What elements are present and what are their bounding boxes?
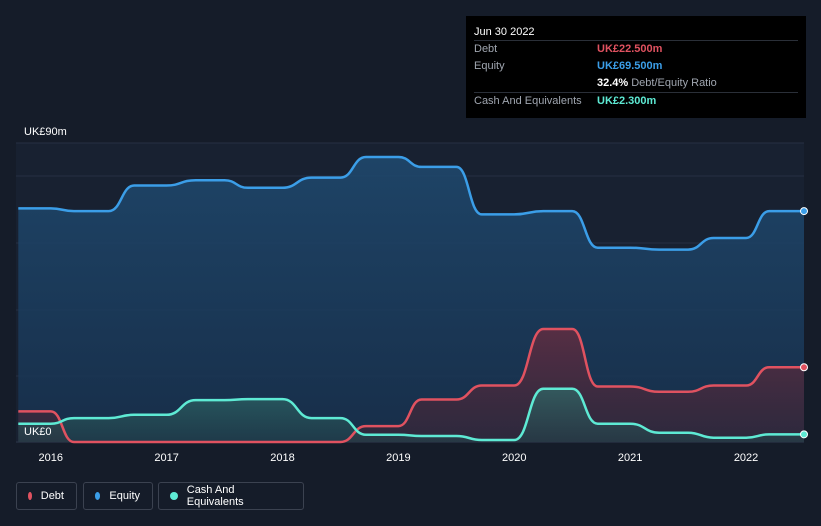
- legend-label: Debt: [40, 490, 64, 502]
- legend-item-cash[interactable]: Cash And Equivalents: [158, 482, 304, 510]
- x-tick-label: 2020: [502, 452, 526, 464]
- tooltip-row-cash: Cash And Equivalents UK£2.300m: [474, 92, 798, 110]
- tooltip-label: Cash And Equivalents: [474, 95, 582, 107]
- x-tick-label: 2016: [39, 452, 63, 464]
- x-tick-label: 2021: [618, 452, 642, 464]
- tooltip-value: UK£2.300m: [597, 95, 657, 107]
- tooltip-date: Jun 30 2022: [474, 26, 535, 38]
- ratio-caption: Debt/Equity Ratio: [631, 77, 717, 89]
- x-tick-label: 2019: [386, 452, 410, 464]
- x-tick-label: 2022: [734, 452, 758, 464]
- tooltip-panel: Jun 30 2022 Debt UK£22.500m Equity UK£69…: [466, 16, 806, 118]
- tooltip-value: 32.4% Debt/Equity Ratio: [597, 75, 717, 92]
- tooltip-row-equity: Equity UK£69.500m: [474, 58, 798, 75]
- legend-label: Equity: [109, 490, 140, 502]
- tooltip-label: Equity: [474, 60, 505, 72]
- x-axis: 2016 2017 2018 2019 2020 2021 2022: [39, 452, 759, 464]
- cash-end-point: [800, 430, 808, 439]
- legend-dot-icon: [170, 492, 178, 500]
- debt-end-point: [800, 363, 808, 372]
- tooltip-row-ratio: 32.4% Debt/Equity Ratio: [474, 75, 798, 92]
- x-tick-label: 2018: [270, 452, 294, 464]
- legend-dot-icon: [28, 492, 32, 500]
- y-axis-bottom-label: UK£0: [24, 426, 52, 438]
- legend-dot-icon: [95, 492, 101, 500]
- tooltip-value: UK£22.500m: [597, 43, 663, 55]
- equity-end-point: [800, 207, 808, 216]
- legend-item-debt[interactable]: Debt: [16, 482, 77, 510]
- legend-label: Cash And Equivalents: [186, 484, 244, 508]
- legend-item-equity[interactable]: Equity: [83, 482, 153, 510]
- x-tick-label: 2017: [154, 452, 178, 464]
- y-axis-top-label: UK£90m: [24, 126, 67, 138]
- tooltip-label: Debt: [474, 43, 498, 55]
- ratio-value: 32.4%: [597, 77, 629, 89]
- tooltip-row-debt: Debt UK£22.500m: [474, 40, 798, 58]
- tooltip-value: UK£69.500m: [597, 60, 663, 72]
- tooltip-label: [474, 75, 597, 92]
